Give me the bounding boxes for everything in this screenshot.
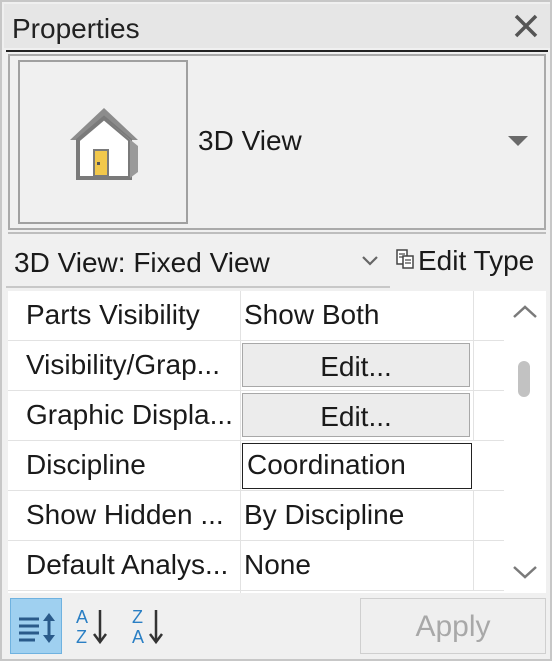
bottom-toolbar: A Z Z A Apply [6,596,550,659]
visibility-graphics-edit-button[interactable]: Edit... [242,343,470,387]
palette-title: Properties [12,13,140,44]
sort-ascending-button[interactable]: A Z [66,598,118,654]
divider [6,286,390,288]
close-icon[interactable] [510,10,542,42]
sort-by-category-button[interactable] [10,598,62,654]
title-divider [6,50,548,52]
type-thumbnail [18,60,188,224]
house-icon [70,108,138,180]
scroll-thumb[interactable] [518,361,530,397]
svg-text:Z: Z [76,627,87,647]
chevron-down-icon[interactable] [504,553,546,593]
table-row [8,591,504,593]
chevron-down-icon[interactable] [360,254,380,268]
apply-button[interactable]: Apply [360,598,546,654]
property-name: Parts Visibility [26,299,200,330]
type-name: 3D View [198,125,302,156]
sort-descending-button[interactable]: Z A [122,598,174,654]
edit-type-icon [396,249,414,274]
type-selector[interactable]: 3D View [8,54,546,230]
property-name: Visibility/Grap... [26,349,220,380]
edit-type-label: Edit Type [418,245,535,276]
column-divider [240,391,241,441]
column-divider [473,391,474,441]
property-value[interactable]: None [244,548,472,582]
chevron-up-icon[interactable] [504,291,546,333]
table-row: Default Analys... None [8,541,504,591]
column-divider [240,541,241,591]
property-value[interactable]: By Discipline [244,498,472,532]
chevron-down-icon[interactable] [506,134,530,148]
property-name: Discipline [26,449,146,480]
instance-selector-row: 3D View: Fixed View Edit Type [6,236,550,288]
svg-text:A: A [76,607,88,627]
title-bar[interactable]: Properties [4,4,550,48]
column-divider [240,291,241,341]
column-divider [473,291,474,341]
column-divider [473,491,474,541]
table-row: Discipline Coordination [8,441,504,491]
table-row: Show Hidden ... By Discipline [8,491,504,541]
table-row: Visibility/Grap... Edit... [8,341,504,391]
properties-palette: Properties 3D View 3D View: Fixed View E… [0,0,552,661]
vertical-scrollbar[interactable] [504,291,546,593]
graphic-display-edit-button[interactable]: Edit... [242,393,470,437]
svg-text:A: A [132,627,144,647]
column-divider [240,491,241,541]
column-divider [473,341,474,391]
sort-descending-icon: Z A [132,607,163,647]
sort-by-category-icon [19,613,55,643]
discipline-field[interactable]: Coordination [242,443,472,489]
table-row: Parts Visibility Show Both [8,291,504,341]
table-row: Graphic Displa... Edit... [8,391,504,441]
svg-text:Z: Z [132,607,143,627]
property-name: Show Hidden ... [26,499,224,530]
property-name: Default Analys... [26,549,229,580]
properties-grid: Parts Visibility Show Both Visibility/Gr… [8,291,504,593]
edit-type-button[interactable]: Edit Type [394,236,550,288]
divider [8,232,546,234]
sort-ascending-icon: A Z [76,607,107,647]
property-value[interactable]: Show Both [244,298,472,332]
column-divider [240,441,241,491]
column-divider [240,591,241,593]
column-divider [240,341,241,391]
instance-filter-value: 3D View: Fixed View [14,247,270,278]
property-name: Graphic Displa... [26,399,233,430]
column-divider [473,541,474,591]
instance-filter-dropdown[interactable]: 3D View: Fixed View [6,236,390,288]
